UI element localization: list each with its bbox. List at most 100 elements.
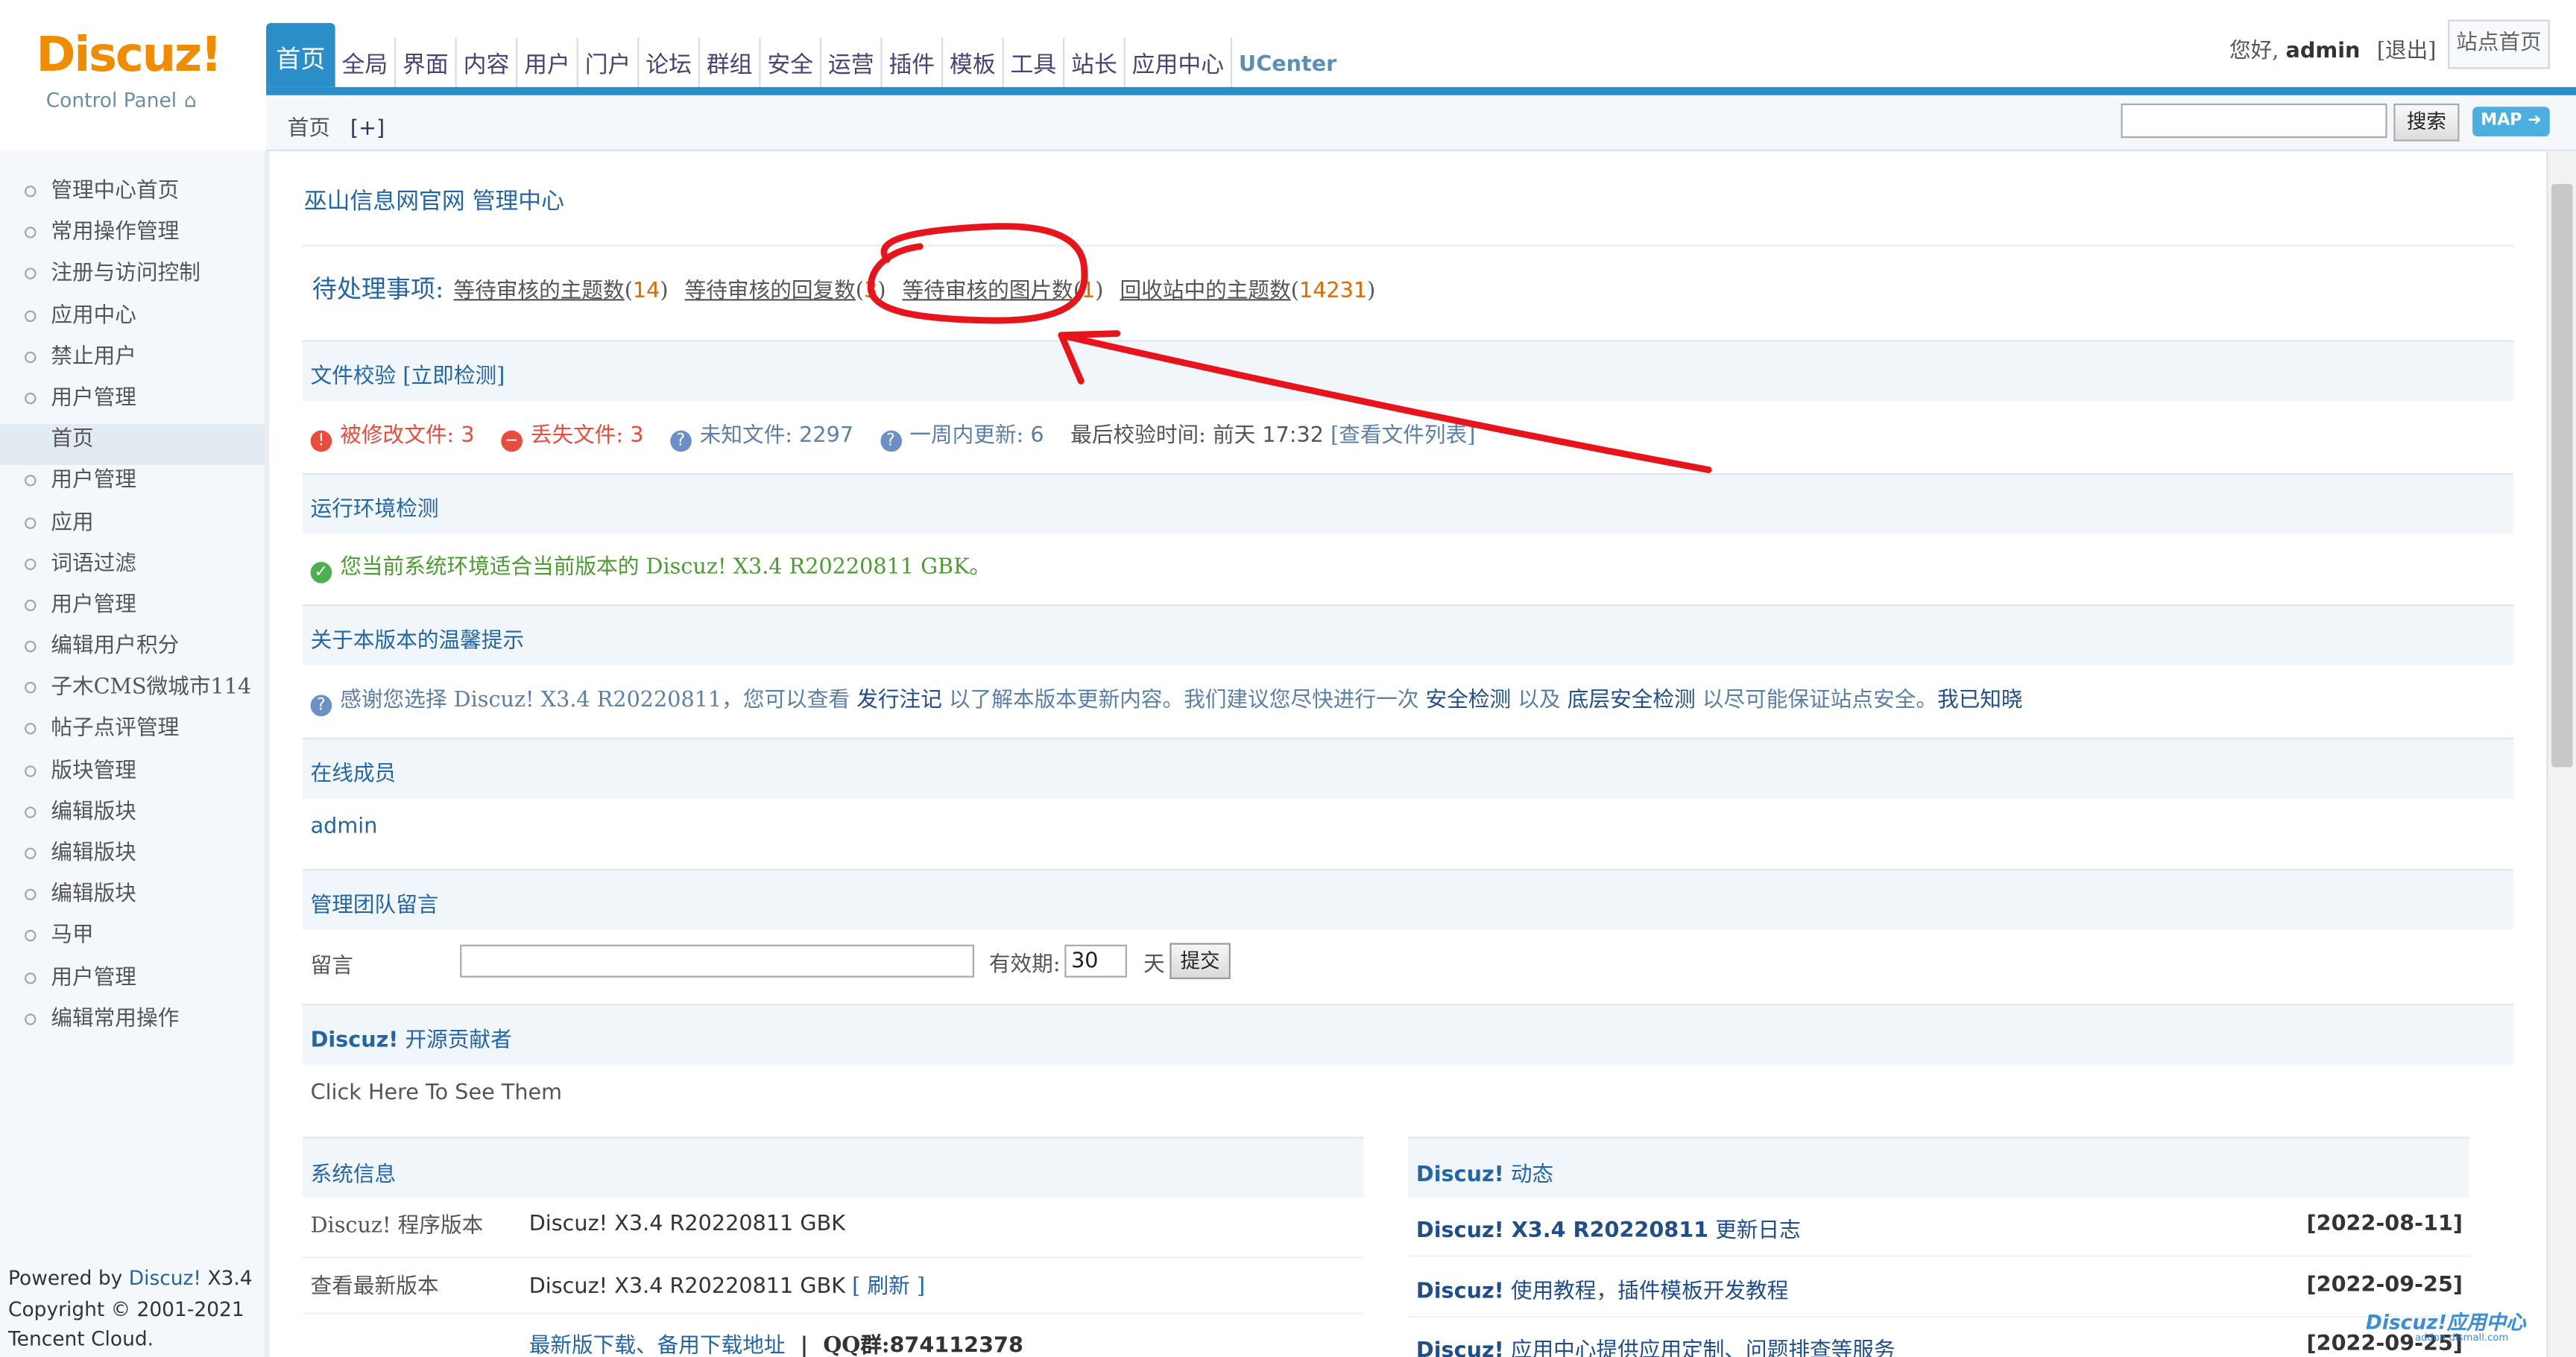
sidebar-item[interactable]: 帖子点评管理 <box>0 714 265 756</box>
sidebar-item[interactable]: 子木CMS微城市114 <box>0 672 265 714</box>
env-check-header: 运行环境检测 <box>302 472 2514 534</box>
discuz-logo[interactable]: Discuz! Control Panel ⌂ <box>36 26 242 124</box>
news-item[interactable]: Discuz! 使用教程，插件模板开发教程 <box>1416 1274 1788 1304</box>
nav-tab-10[interactable]: 插件 <box>883 37 944 87</box>
sidebar-item[interactable]: 应用 <box>0 507 265 548</box>
view-file-list-link[interactable]: [查看文件列表] <box>1330 424 1475 449</box>
logout-link[interactable]: [退出] <box>2377 39 2437 64</box>
news-header: Discuz! 动态 <box>1407 1136 2469 1198</box>
sub-bar: 首页 [+] 搜索 MAP ➜ <box>266 95 2576 151</box>
map-button[interactable]: MAP ➜ <box>2472 107 2550 136</box>
breadcrumb-add-button[interactable]: [+] <box>350 117 385 142</box>
nav-tab-8[interactable]: 安全 <box>761 37 822 87</box>
nav-tab-14[interactable]: 应用中心 <box>1126 37 1233 87</box>
sidebar-item[interactable]: 编辑常用操作 <box>0 1003 265 1045</box>
nav-tab-2[interactable]: 界面 <box>396 37 457 87</box>
nav-tab-4[interactable]: 用户 <box>517 37 578 87</box>
scrollbar-thumb[interactable] <box>2551 183 2573 768</box>
check-now-link[interactable]: [立即检测] <box>402 364 505 389</box>
sidebar-item[interactable]: 禁止用户 <box>0 341 265 383</box>
nav-tab-5[interactable]: 门户 <box>578 37 640 87</box>
security-check-link[interactable]: 安全检测 <box>1426 689 1512 713</box>
online-members-header: 在线成员 <box>302 737 2514 799</box>
week-count[interactable]: 6 <box>1030 424 1044 449</box>
breadcrumb-home[interactable]: 首页 <box>288 117 330 142</box>
news-date: [2022-08-11] <box>2306 1212 2463 1238</box>
nav-tab-1[interactable]: 全局 <box>335 37 397 87</box>
breadcrumb: 首页 [+] <box>288 110 385 142</box>
main-nav: 首页 全局 界面 内容 用户 门户 论坛 群组 安全 运营 插件 模板 工具 站长 应用中心 UCenter <box>266 22 1343 87</box>
nav-tab-15[interactable]: UCenter <box>1232 38 1343 87</box>
footer: Powered by Discuz! X3.4 Copyright © 2001… <box>8 1263 253 1354</box>
env-check-result: ✓ 您当前系统环境适合当前版本的 Discuz! X3.4 R20220811 G… <box>310 548 991 583</box>
sidebar-item[interactable]: 常用操作管理 <box>0 217 265 259</box>
submit-button[interactable]: 提交 <box>1169 943 1231 979</box>
nav-tab-11[interactable]: 模板 <box>943 37 1004 87</box>
discuz-link[interactable]: Discuz! <box>129 1267 201 1290</box>
missing-count[interactable]: 3 <box>630 424 643 449</box>
download-links: 最新版下载、备用下载地址 | QQ群:874112378 <box>529 1327 1023 1357</box>
nav-tab-9[interactable]: 运营 <box>821 37 883 87</box>
sidebar-item[interactable]: 用户管理 <box>0 962 265 1004</box>
scrollbar[interactable] <box>2546 151 2576 1357</box>
validity-label: 有效期: <box>988 952 1061 978</box>
sidebar-item[interactable]: 注册与访问控制 <box>0 259 265 300</box>
nav-tab-12[interactable]: 工具 <box>1004 37 1065 87</box>
news-item[interactable]: Discuz! X3.4 R20220811 更新日志 <box>1416 1212 1801 1244</box>
sysinfo-label-2: 查看最新版本 <box>310 1274 439 1300</box>
last-check-time: 前天 17:32 <box>1212 423 1324 449</box>
online-user[interactable]: admin <box>311 814 378 839</box>
sidebar-item[interactable]: 词语过滤 <box>0 548 265 590</box>
unknown-count[interactable]: 2297 <box>799 424 853 449</box>
sidebar-item[interactable]: 首页 <box>0 424 265 466</box>
message-input[interactable] <box>460 944 975 978</box>
nav-tab-13[interactable]: 站长 <box>1064 37 1126 87</box>
release-notes-link[interactable]: 发行注记 <box>856 689 942 713</box>
sidebar-item[interactable]: 编辑版块 <box>0 838 265 879</box>
validity-input[interactable] <box>1064 944 1128 978</box>
sidebar-item[interactable]: 马甲 <box>0 920 265 962</box>
sidebar-item[interactable]: 编辑用户积分 <box>0 631 265 673</box>
message-label: 留言 <box>310 954 353 979</box>
watermark: Discuz!应用中心 addon.dismall.com <box>2365 1311 2526 1344</box>
refresh-link[interactable]: [ 刷新 ] <box>852 1275 925 1300</box>
nav-tab-7[interactable]: 群组 <box>700 37 761 87</box>
minus-icon: − <box>501 430 523 452</box>
low-level-security-link[interactable]: 底层安全检测 <box>1568 689 1696 713</box>
nav-tab-0[interactable]: 首页 <box>266 22 335 87</box>
nav-tab-3[interactable]: 内容 <box>457 37 518 87</box>
sysinfo-value-2: Discuz! X3.4 R20220811 GBK [ 刷新 ] <box>528 1274 926 1300</box>
question-icon: ? <box>880 430 902 452</box>
search-input[interactable] <box>2121 103 2387 139</box>
pending-item[interactable]: 等待审核的主题数(14) <box>453 279 668 304</box>
sidebar-item[interactable]: 版块管理 <box>0 755 265 797</box>
sidebar-item[interactable]: 应用中心 <box>0 300 265 341</box>
download-link[interactable]: 最新版下载、备用下载地址 <box>529 1334 786 1357</box>
news-item[interactable]: Discuz! 应用中心提供应用定制、问题排查等服务 <box>1416 1332 1895 1357</box>
contributors-link[interactable]: Click Here To See Them <box>311 1081 563 1106</box>
logo-wordmark: Discuz! <box>36 26 222 83</box>
page-title: 巫山信息网官网 管理中心 <box>303 189 565 215</box>
acknowledge-link[interactable]: 我已知晓 <box>1937 689 2023 713</box>
sidebar-item[interactable]: 用户管理 <box>0 466 265 507</box>
site-home-button[interactable]: 站点首页 <box>2448 19 2550 69</box>
contributors-header: Discuz! 开源贡献者 <box>302 1004 2514 1065</box>
divider <box>1407 1255 2469 1257</box>
sidebar-gutter <box>264 151 270 1357</box>
pending-item[interactable]: 等待审核的回复数(3) <box>685 279 886 304</box>
pending-label: 待处理事项: <box>312 274 444 304</box>
sysinfo-label-1: Discuz! 程序版本 <box>310 1214 484 1239</box>
sidebar-item[interactable]: 管理中心首页 <box>0 176 265 218</box>
sidebar-item[interactable]: 编辑版块 <box>0 879 265 921</box>
search-button[interactable]: 搜索 <box>2393 103 2460 142</box>
powered-by: Powered by Discuz! X3.4 <box>8 1266 253 1290</box>
pending-item[interactable]: 等待审核的图片数(1) <box>903 279 1104 304</box>
sidebar-item[interactable]: 用户管理 <box>0 383 265 425</box>
sidebar-item[interactable]: 用户管理 <box>0 589 265 631</box>
days-unit: 天 <box>1143 952 1165 978</box>
modified-count[interactable]: 3 <box>461 424 474 449</box>
nav-tab-6[interactable]: 论坛 <box>639 37 700 87</box>
sidebar-item[interactable]: 编辑版块 <box>0 797 265 838</box>
pending-item[interactable]: 回收站中的主题数(14231) <box>1120 279 1376 304</box>
main-content: 巫山信息网官网 管理中心 待处理事项: 等待审核的主题数(14) 等待审核的回复数(… <box>302 151 2521 1357</box>
